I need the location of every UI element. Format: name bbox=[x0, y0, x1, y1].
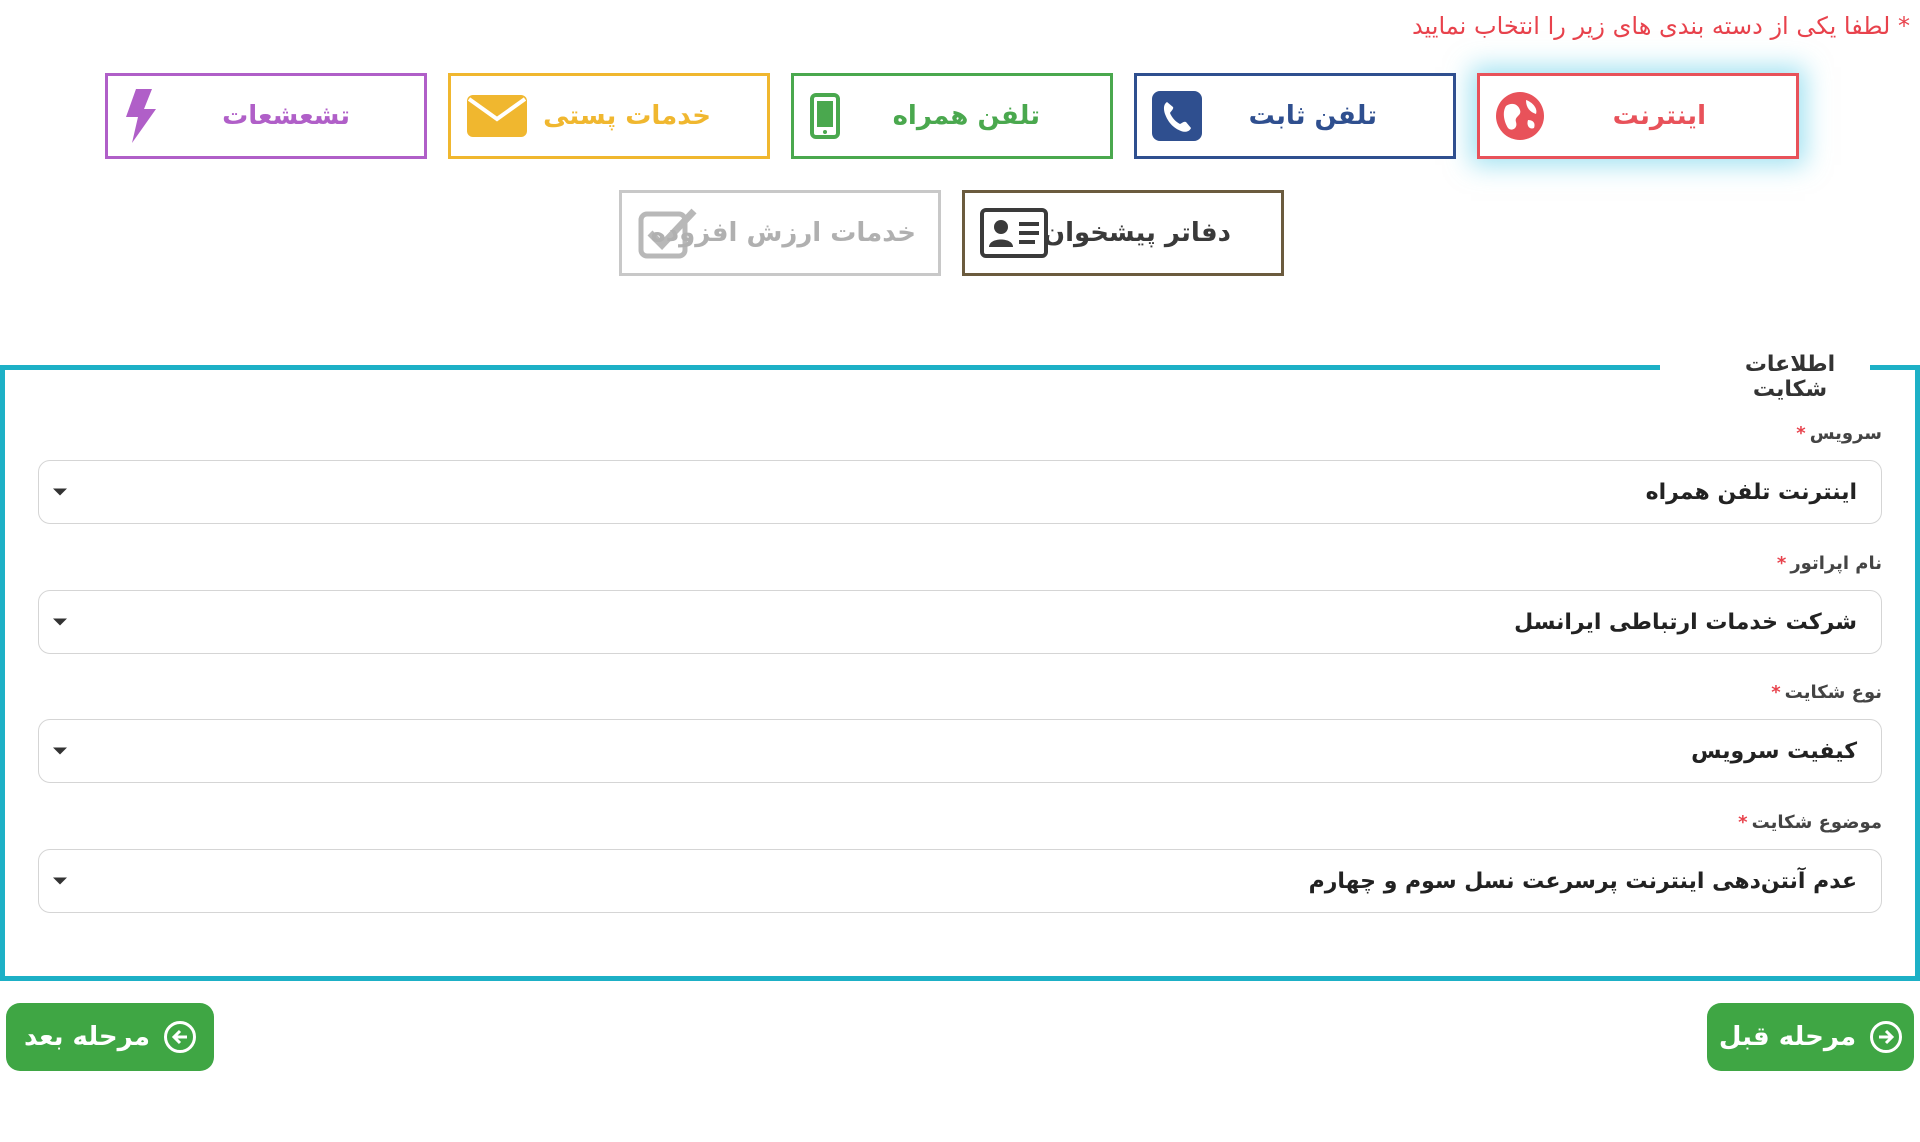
service-select[interactable]: اینترنت تلفن همراه bbox=[38, 460, 1882, 524]
service-label: سرویس* bbox=[1796, 423, 1882, 444]
chevron-down-icon bbox=[53, 618, 67, 626]
service-value: اینترنت تلفن همراه bbox=[1645, 479, 1857, 505]
id-card-icon bbox=[979, 207, 1049, 259]
category-value-added-label: خدمات ارزش افزوده bbox=[650, 218, 916, 248]
complaint-subject-value: عدم آنتن‌دهی اینترنت پرسرعت نسل سوم و چه… bbox=[1308, 868, 1857, 894]
fieldset-border-top-left bbox=[0, 365, 1660, 370]
chevron-down-icon bbox=[53, 747, 67, 755]
form-legend: اطلاعات شکایت bbox=[1710, 352, 1870, 402]
category-mobile[interactable]: تلفن همراه bbox=[791, 73, 1113, 159]
complaint-type-value: کیفیت سرویس bbox=[1691, 738, 1857, 764]
previous-step-button[interactable]: مرحله قبل bbox=[1707, 1003, 1914, 1071]
category-service-offices-label: دفاتر پیشخوان bbox=[1042, 218, 1231, 248]
chevron-down-icon bbox=[53, 877, 67, 885]
arrow-left-circle-icon bbox=[163, 1021, 196, 1053]
complaint-type-select[interactable]: کیفیت سرویس bbox=[38, 719, 1882, 783]
operator-label: نام اپراتور* bbox=[1776, 553, 1882, 574]
category-radiation[interactable]: تشعشعات bbox=[105, 73, 427, 159]
complaint-type-label: نوع شکایت* bbox=[1771, 682, 1882, 703]
category-landline[interactable]: تلفن ثابت bbox=[1134, 73, 1456, 159]
next-step-button[interactable]: مرحله بعد bbox=[6, 1003, 214, 1071]
fieldset-border-left bbox=[0, 365, 5, 981]
chevron-down-icon bbox=[53, 488, 67, 496]
phone-icon bbox=[1151, 90, 1203, 142]
category-internet[interactable]: اینترنت bbox=[1477, 73, 1799, 159]
envelope-icon bbox=[465, 93, 529, 139]
mobile-icon bbox=[810, 93, 840, 139]
category-instruction: * لطفا یکی از دسته بندی های زیر را انتخا… bbox=[1411, 12, 1910, 40]
previous-step-label: مرحله قبل bbox=[1718, 1022, 1857, 1052]
category-postal-label: خدمات پستی bbox=[543, 101, 711, 131]
fieldset-border-top-right bbox=[1870, 365, 1920, 370]
fieldset-border-bottom bbox=[0, 976, 1920, 981]
fieldset-border-right bbox=[1915, 365, 1920, 981]
category-internet-label: اینترنت bbox=[1612, 101, 1706, 131]
category-service-offices[interactable]: دفاتر پیشخوان bbox=[962, 190, 1284, 276]
arrow-right-circle-icon bbox=[1870, 1021, 1903, 1053]
globe-icon bbox=[1494, 90, 1546, 142]
operator-select[interactable]: شرکت خدمات ارتباطی ایرانسل bbox=[38, 590, 1882, 654]
category-postal[interactable]: خدمات پستی bbox=[448, 73, 770, 159]
category-radiation-label: تشعشعات bbox=[222, 101, 350, 131]
lightning-icon bbox=[122, 87, 158, 145]
category-mobile-label: تلفن همراه bbox=[892, 101, 1040, 131]
category-landline-label: تلفن ثابت bbox=[1248, 101, 1377, 131]
category-value-added[interactable]: خدمات ارزش افزوده bbox=[619, 190, 941, 276]
complaint-subject-select[interactable]: عدم آنتن‌دهی اینترنت پرسرعت نسل سوم و چه… bbox=[38, 849, 1882, 913]
operator-value: شرکت خدمات ارتباطی ایرانسل bbox=[1514, 609, 1857, 635]
complaint-subject-label: موضوع شکایت* bbox=[1738, 812, 1882, 833]
next-step-label: مرحله بعد bbox=[24, 1022, 150, 1052]
